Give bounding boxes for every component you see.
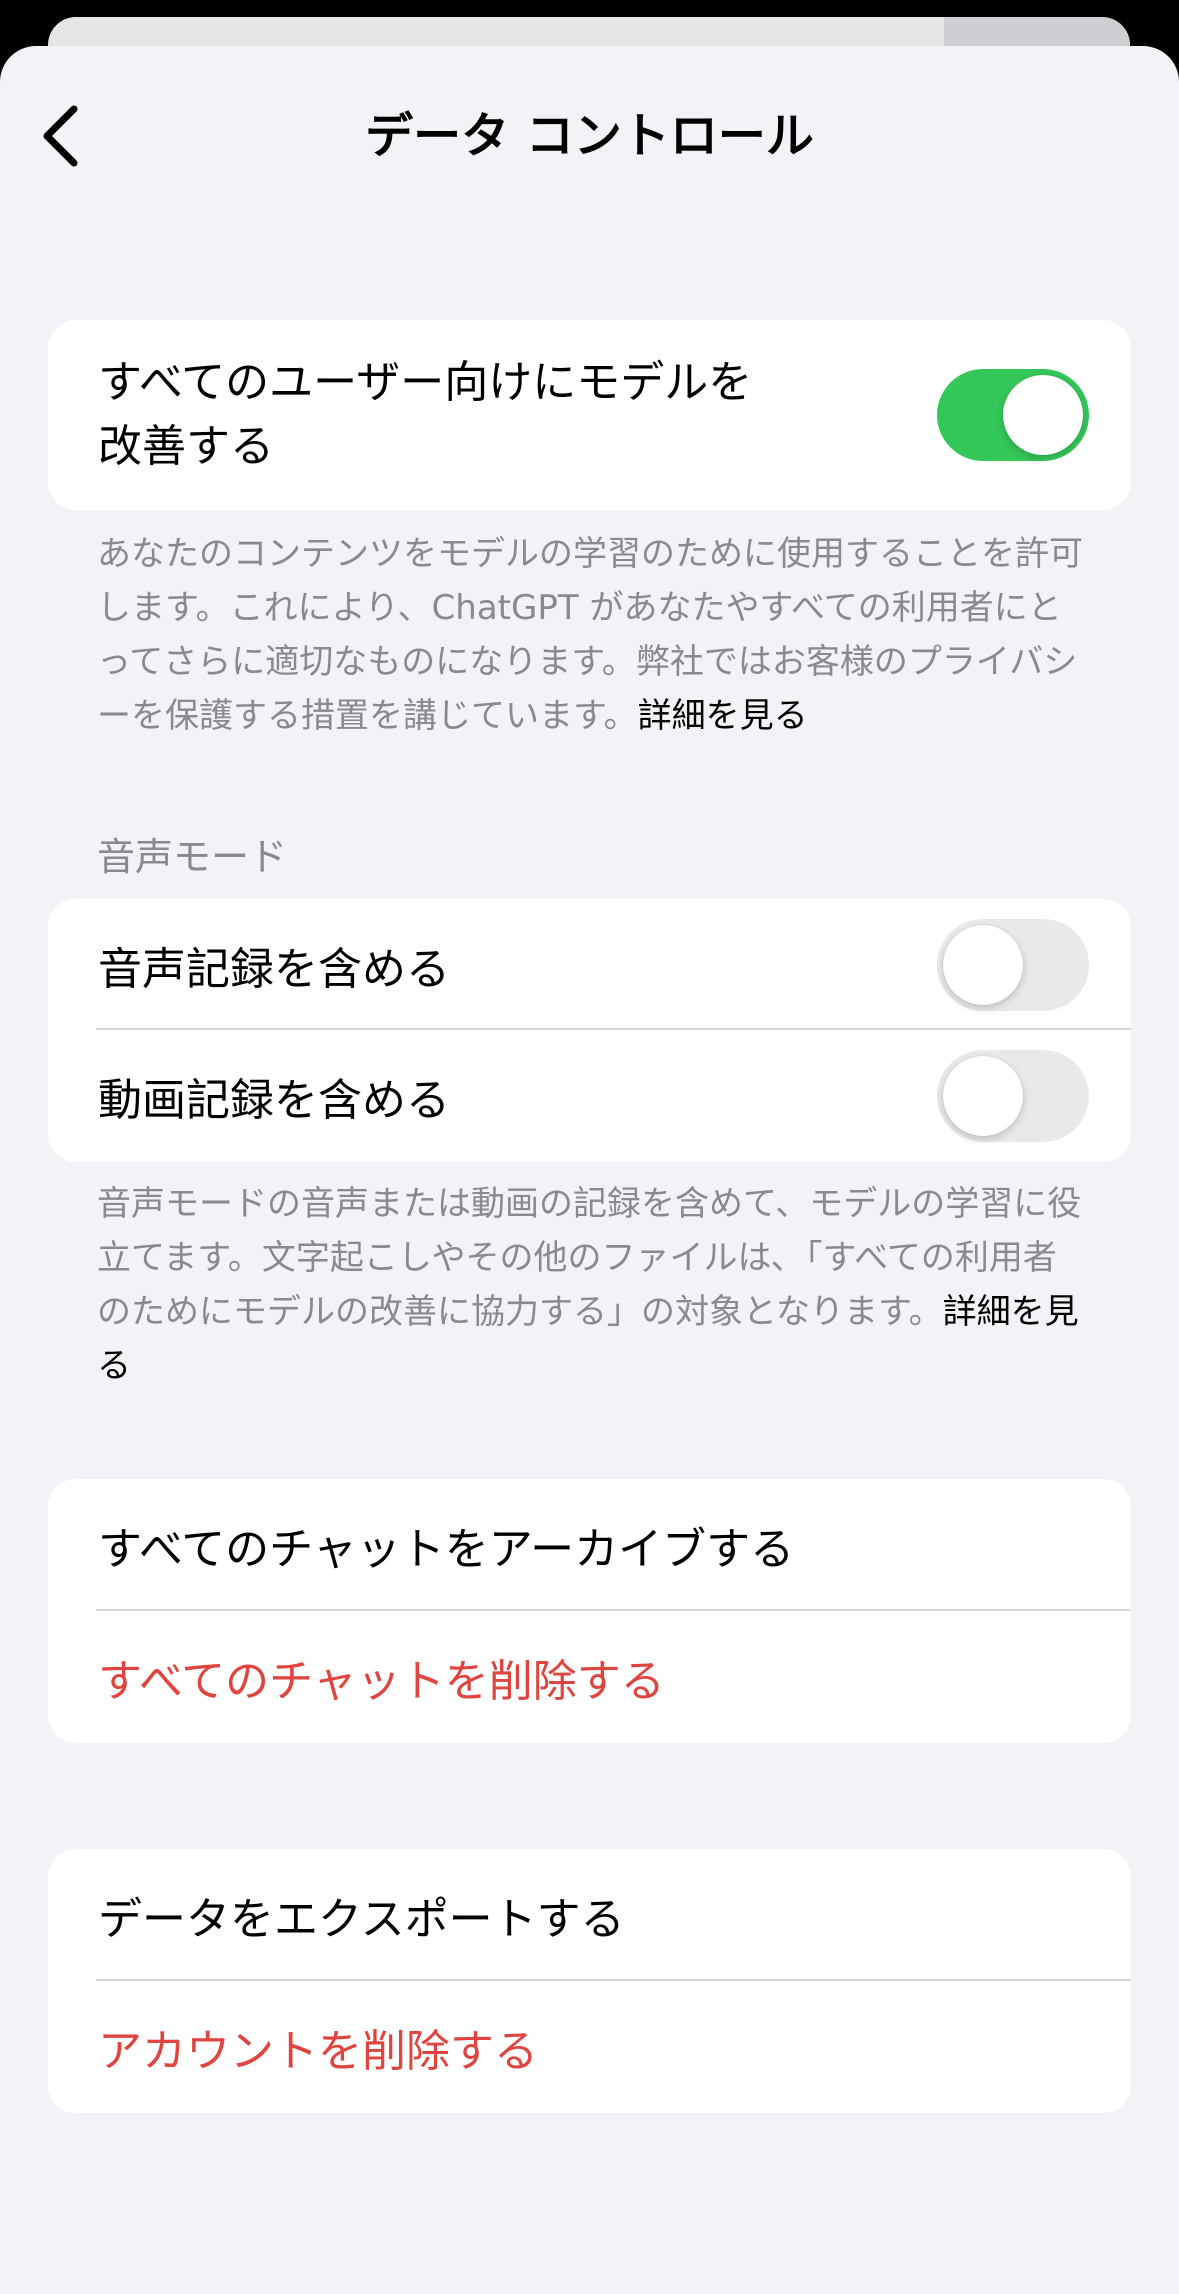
toggle-knob (1003, 375, 1083, 455)
archive-all-chats-label: すべてのチャットをアーカイブする (98, 1524, 795, 1575)
data-controls-sheet: データ コントロール すべてのユーザー向けにモデルを 改善する あなたのコンテン… (0, 46, 1179, 2294)
delete-account-label: アカウントを削除する (98, 2026, 538, 2077)
page-title: データ コントロール (365, 108, 814, 164)
delete-all-chats-button[interactable]: すべてのチャットを削除する (48, 1611, 1131, 1743)
voice-mode-card: 音声記録を含める 動画記録を含める (48, 899, 1131, 1162)
improve-model-learn-more-link[interactable]: 詳細を見る (638, 696, 808, 736)
chevron-left-icon (43, 105, 78, 167)
include-video-row[interactable]: 動画記録を含める (48, 1030, 1131, 1162)
include-audio-toggle[interactable] (937, 919, 1089, 1011)
archive-all-chats-button[interactable]: すべてのチャットをアーカイブする (48, 1479, 1131, 1611)
navigation-bar: データ コントロール (0, 46, 1179, 216)
improve-model-row[interactable]: すべてのユーザー向けにモデルを 改善する (48, 320, 1131, 510)
toggle-knob (943, 1056, 1023, 1136)
include-video-toggle[interactable] (937, 1050, 1089, 1142)
improve-model-toggle[interactable] (937, 369, 1089, 461)
improve-model-footnote: あなたのコンテンツをモデルの学習のために使用することを許可します。これにより、C… (97, 527, 1087, 743)
voice-mode-section-title: 音声モード (97, 835, 288, 879)
export-data-button[interactable]: データをエクスポートする (48, 1849, 1131, 1981)
account-card: データをエクスポートする アカウントを削除する (48, 1849, 1131, 2113)
voice-mode-footnote-text: 音声モードの音声または動画の記録を含めて、モデルの学習に役立てます。文字起こしや… (97, 1184, 1082, 1332)
export-data-label: データをエクスポートする (98, 1894, 625, 1945)
chats-card: すべてのチャットをアーカイブする すべてのチャットを削除する (48, 1479, 1131, 1743)
delete-all-chats-label: すべてのチャットを削除する (98, 1656, 665, 1707)
improve-model-footnote-text: あなたのコンテンツをモデルの学習のために使用することを許可します。これにより、C… (97, 534, 1083, 736)
back-button[interactable] (20, 96, 100, 176)
improve-model-card: すべてのユーザー向けにモデルを 改善する (48, 320, 1131, 510)
delete-account-button[interactable]: アカウントを削除する (48, 1981, 1131, 2113)
toggle-knob (943, 925, 1023, 1005)
include-audio-row[interactable]: 音声記録を含める (48, 899, 1131, 1030)
voice-mode-footnote: 音声モードの音声または動画の記録を含めて、モデルの学習に役立てます。文字起こしや… (97, 1177, 1087, 1393)
